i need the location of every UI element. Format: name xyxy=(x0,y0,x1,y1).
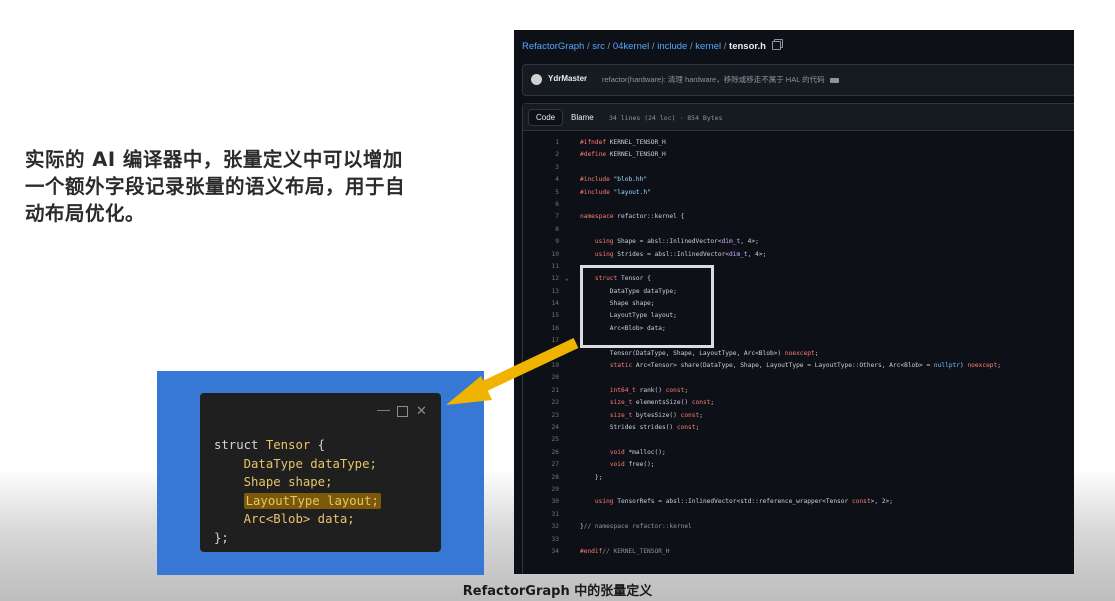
arrow-pointer xyxy=(446,338,579,405)
figure-caption: RefactorGraph 中的张量定义 xyxy=(462,584,653,599)
